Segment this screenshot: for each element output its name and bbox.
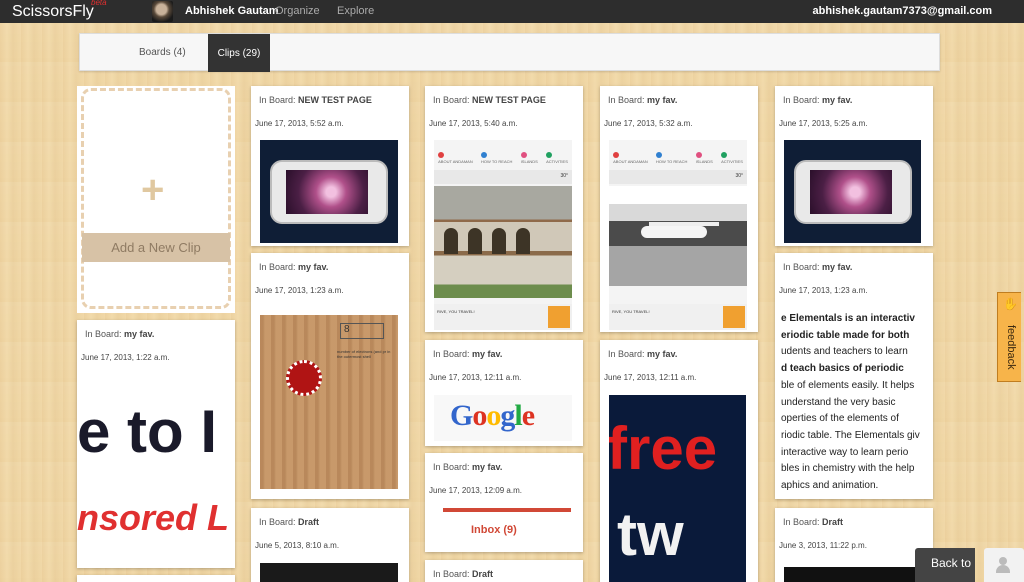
clip-card[interactable]: In Board: my fav. June 17, 2013, 5:32 a.… — [600, 86, 758, 332]
clip-thumbnail[interactable]: free tw — [609, 395, 746, 582]
clip-date: June 17, 2013, 1:23 a.m. — [779, 286, 868, 295]
clip-card[interactable]: In Board: my fav. June 17, 2013, 1:22 a.… — [77, 320, 235, 568]
clip-board-label: In Board: Draft — [783, 517, 844, 527]
clip-date: June 17, 2013, 5:32 a.m. — [604, 119, 693, 128]
clip-card[interactable]: In Board: my fav. June 17, 2013, 1:23 a.… — [775, 253, 933, 499]
clip-text-red: nsored L — [77, 497, 230, 538]
clip-text-large: tw — [617, 501, 684, 568]
plus-icon: + — [141, 168, 165, 212]
nav-organize-link[interactable]: Organize — [275, 5, 320, 17]
clip-thumbnail-google[interactable]: Google — [434, 395, 572, 441]
clip-thumbnail[interactable]: e to I nsored L — [77, 388, 235, 558]
add-new-clip-button[interactable]: Add a New Clip — [82, 233, 230, 262]
electron-note: number of electrons (and pr in the outer… — [337, 349, 391, 359]
atom-icon — [286, 360, 322, 396]
tab-boards[interactable]: Boards (4) — [139, 47, 186, 58]
clip-board-label: In Board: my fav. — [433, 349, 503, 359]
clip-card[interactable]: In Board: my fav. June 17, 2013, 5:25 a.… — [775, 86, 933, 246]
clip-date: June 5, 2013, 8:10 a.m. — [255, 541, 340, 550]
clip-board-label: In Board: my fav. — [433, 462, 503, 472]
top-navbar: ScissorsFly beta Abhishek Gautam Organiz… — [0, 0, 1024, 23]
clip-thumbnail-phone[interactable] — [784, 140, 921, 243]
google-logo: Google — [450, 399, 535, 432]
feedback-tab[interactable]: ✋ feedback — [997, 292, 1021, 382]
clip-thumbnail[interactable] — [260, 563, 398, 582]
clip-card[interactable]: In Board: Draft June 5, 2013, 8:10 a.m. — [251, 508, 409, 582]
clip-card[interactable]: In Board: my fav. June 17, 2013, 1:23 a.… — [251, 253, 409, 499]
clip-date: June 17, 2013, 5:40 a.m. — [429, 119, 518, 128]
electron-box: 8 — [340, 323, 384, 339]
clip-card[interactable]: In Board: Draft — [425, 560, 583, 582]
clip-thumbnail-website[interactable]: ABOUT ANDAMAN HOW TO REACH ISLANDS ACTIV… — [609, 140, 747, 330]
clip-date: June 17, 2013, 12:09 a.m. — [429, 486, 522, 495]
brand-logo[interactable]: ScissorsFly — [12, 3, 94, 21]
clip-thumbnail-wood[interactable]: 8 number of electrons (and pr in the out… — [260, 315, 398, 489]
clip-date: June 17, 2013, 1:23 a.m. — [255, 286, 344, 295]
clip-card[interactable]: In Board: Draft June 3, 2013, 11:22 p.m. — [775, 508, 933, 582]
feedback-label: feedback — [1005, 325, 1017, 370]
clip-board-label: In Board: NEW TEST PAGE — [259, 95, 372, 105]
clip-date: June 17, 2013, 5:25 a.m. — [779, 119, 868, 128]
clip-card[interactable] — [77, 575, 235, 582]
clip-board-label: In Board: my fav. — [783, 262, 853, 272]
building-image — [434, 186, 572, 298]
account-email-link[interactable]: abhishek.gautam7373@gmail.com — [813, 5, 992, 17]
clip-board-label: In Board: my fav. — [259, 262, 329, 272]
clip-board-label: In Board: Draft — [259, 517, 320, 527]
clip-text-large: e to I — [77, 398, 218, 465]
gmail-bar — [443, 508, 571, 512]
clip-thumbnail[interactable] — [784, 567, 921, 582]
clip-text-large: free — [609, 415, 718, 482]
inbox-label: Inbox (9) — [471, 524, 517, 536]
site-nav: ABOUT ANDAMAN HOW TO REACH ISLANDS ACTIV… — [609, 146, 747, 164]
clip-date: June 17, 2013, 12:11 a.m. — [604, 373, 697, 382]
nav-explore-link[interactable]: Explore — [337, 5, 374, 17]
user-name-link[interactable]: Abhishek Gautam — [185, 5, 279, 17]
site-weather: 30° — [609, 170, 747, 184]
site-footer: RIVE, YOU TRAVEL! — [434, 304, 572, 330]
clip-board-label: In Board: Draft — [433, 569, 494, 579]
clip-board-label: In Board: my fav. — [608, 95, 678, 105]
clip-board-label: In Board: my fav. — [783, 95, 853, 105]
clip-thumbnail-phone[interactable] — [260, 140, 398, 243]
add-new-clip-card[interactable]: + Add a New Clip — [77, 86, 235, 313]
profile-button[interactable] — [984, 548, 1024, 582]
clip-card[interactable]: In Board: my fav. June 17, 2013, 12:09 a… — [425, 453, 583, 552]
clip-card[interactable]: In Board: my fav. June 17, 2013, 12:11 a… — [600, 340, 758, 582]
clip-date: June 17, 2013, 1:22 a.m. — [81, 353, 170, 362]
back-to-top-button[interactable]: Back to — [915, 548, 975, 582]
clip-thumbnail-website[interactable]: ABOUT ANDAMAN HOW TO REACH ISLANDS ACTIV… — [434, 140, 572, 330]
clip-card[interactable]: In Board: NEW TEST PAGE June 17, 2013, 5… — [425, 86, 583, 332]
clip-board-label: In Board: NEW TEST PAGE — [433, 95, 546, 105]
site-footer: RIVE, YOU TRAVEL! — [609, 304, 747, 330]
clip-card[interactable]: In Board: my fav. June 17, 2013, 12:11 a… — [425, 340, 583, 446]
clip-date: June 17, 2013, 5:52 a.m. — [255, 119, 344, 128]
clip-date: June 3, 2013, 11:22 p.m. — [779, 541, 867, 550]
tab-bar: Boards (4) Clips (29) — [79, 33, 940, 72]
clip-board-label: In Board: my fav. — [608, 349, 678, 359]
clip-date: June 17, 2013, 12:11 a.m. — [429, 373, 522, 382]
seaplane-image — [609, 186, 747, 286]
site-weather: 30° — [434, 170, 572, 184]
user-icon — [999, 557, 1007, 565]
site-nav: ABOUT ANDAMAN HOW TO REACH ISLANDS ACTIV… — [434, 146, 572, 164]
tab-clips[interactable]: Clips (29) — [208, 34, 270, 72]
beta-badge: beta — [91, 0, 107, 7]
feedback-icon: ✋ — [1003, 297, 1018, 311]
clip-text-excerpt[interactable]: e Elementals is an interactiv eriodic ta… — [781, 311, 931, 495]
avatar[interactable] — [152, 1, 173, 22]
clip-card[interactable]: In Board: NEW TEST PAGE June 17, 2013, 5… — [251, 86, 409, 246]
clip-board-label: In Board: my fav. — [85, 329, 155, 339]
